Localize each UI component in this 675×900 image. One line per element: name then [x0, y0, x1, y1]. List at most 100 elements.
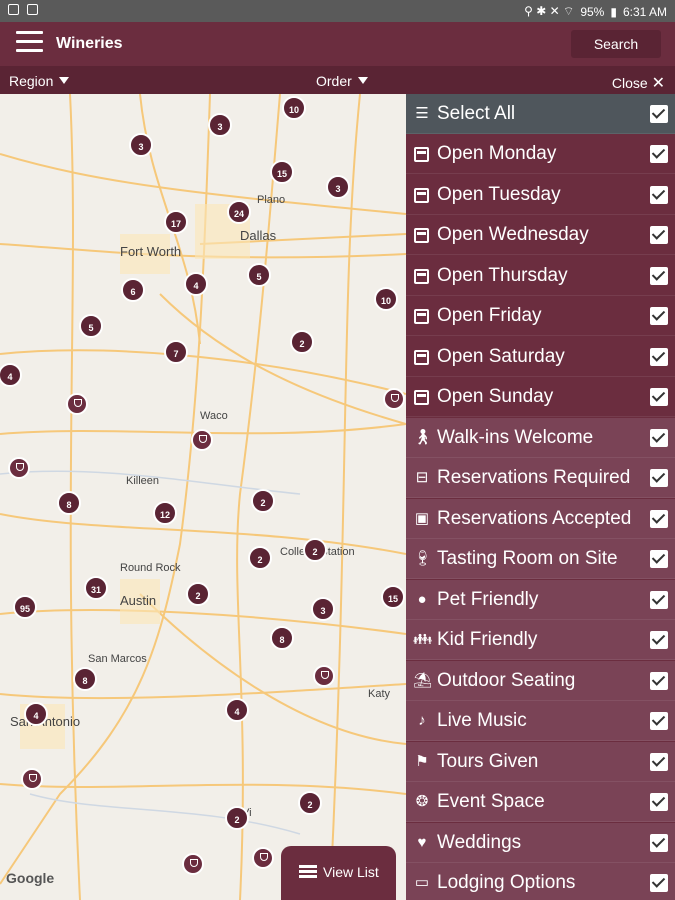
- filter-row-pet-friendly[interactable]: ● Pet Friendly: [406, 580, 675, 620]
- checkbox[interactable]: [650, 307, 668, 325]
- cluster-marker[interactable]: 3: [208, 113, 232, 137]
- filter-row-open-saturday[interactable]: Open Saturday: [406, 337, 675, 377]
- filter-row-open-sunday[interactable]: Open Sunday: [406, 377, 675, 417]
- filter-label: Open Sunday: [437, 386, 554, 407]
- cluster-marker[interactable]: 10: [374, 287, 398, 311]
- winery-pin-icon[interactable]: [182, 853, 204, 875]
- calendar-icon: [414, 188, 429, 203]
- cluster-marker[interactable]: 4: [225, 698, 249, 722]
- cluster-marker[interactable]: 2: [248, 546, 272, 570]
- cluster-marker[interactable]: 6: [121, 278, 145, 302]
- filter-label: Reservations Accepted: [437, 508, 632, 529]
- checkbox[interactable]: [650, 105, 668, 123]
- filter-row-open-wednesday[interactable]: Open Wednesday: [406, 215, 675, 255]
- map-label: Dallas: [240, 228, 277, 243]
- cluster-marker[interactable]: 2: [298, 791, 322, 815]
- winery-pin-icon[interactable]: [8, 457, 30, 479]
- cluster-marker[interactable]: 3: [326, 175, 350, 199]
- winery-pin-icon[interactable]: [313, 665, 335, 687]
- region-dropdown[interactable]: Region: [9, 73, 70, 89]
- search-button[interactable]: Search: [571, 30, 661, 58]
- checkbox[interactable]: [650, 672, 668, 690]
- winery-pin-icon[interactable]: [383, 388, 405, 410]
- checkbox[interactable]: [650, 591, 668, 609]
- cluster-marker[interactable]: 3: [311, 597, 335, 621]
- cluster-marker[interactable]: 24: [227, 200, 251, 224]
- filter-row-reservations-required[interactable]: ⊟ Reservations Required: [406, 458, 675, 498]
- checkbox[interactable]: [650, 874, 668, 892]
- checkbox[interactable]: [650, 226, 668, 244]
- cluster-marker[interactable]: 3: [129, 133, 153, 157]
- filter-label: Tours Given: [437, 751, 539, 772]
- map-label: Katy: [368, 688, 391, 700]
- view-list-button[interactable]: View List: [281, 846, 396, 900]
- cluster-marker[interactable]: 15: [381, 585, 405, 609]
- cluster-marker[interactable]: 8: [57, 491, 81, 515]
- checkbox[interactable]: [650, 834, 668, 852]
- cluster-marker[interactable]: 15: [270, 160, 294, 184]
- filter-row-open-tuesday[interactable]: Open Tuesday: [406, 175, 675, 215]
- filter-row-walk-ins[interactable]: 🚶︎ Walk-ins Welcome: [406, 418, 675, 458]
- select-all-row[interactable]: ☰ Select All: [406, 94, 675, 134]
- filter-row-open-monday[interactable]: Open Monday: [406, 134, 675, 174]
- filter-label: Open Tuesday: [437, 184, 561, 205]
- checkbox[interactable]: [650, 267, 668, 285]
- filter-label: Tasting Room on Site: [437, 548, 618, 569]
- winery-pin-icon[interactable]: [191, 429, 213, 451]
- cluster-marker[interactable]: 2: [303, 538, 327, 562]
- checkbox[interactable]: [650, 631, 668, 649]
- winery-pin-icon[interactable]: [66, 393, 88, 415]
- cluster-marker[interactable]: 2: [225, 806, 249, 830]
- cluster-marker[interactable]: 8: [270, 626, 294, 650]
- checkbox[interactable]: [650, 388, 668, 406]
- filter-row-kid-friendly[interactable]: 👪︎ Kid Friendly: [406, 620, 675, 660]
- cluster-marker[interactable]: 5: [247, 263, 271, 287]
- checkbox[interactable]: [650, 550, 668, 568]
- close-button[interactable]: Close ✕: [612, 73, 665, 93]
- filter-label: Lodging Options: [437, 872, 576, 893]
- cluster-marker[interactable]: 7: [164, 340, 188, 364]
- cluster-marker[interactable]: 12: [153, 501, 177, 525]
- cluster-marker[interactable]: 2: [290, 330, 314, 354]
- checkbox[interactable]: [650, 469, 668, 487]
- filter-bar: Region Order Close ✕: [0, 66, 675, 94]
- filter-label: Open Monday: [437, 143, 557, 164]
- filter-row-live-music[interactable]: ♪ Live Music: [406, 701, 675, 741]
- checkbox[interactable]: [650, 429, 668, 447]
- winery-pin-icon[interactable]: [252, 847, 274, 869]
- filter-row-weddings[interactable]: ♥ Weddings: [406, 823, 675, 863]
- cluster-marker[interactable]: 95: [13, 595, 37, 619]
- calendar-icon: [414, 269, 429, 284]
- filter-row-event-space[interactable]: ❂ Event Space: [406, 782, 675, 822]
- filter-row-tours-given[interactable]: ⚑ Tours Given: [406, 742, 675, 782]
- cluster-marker[interactable]: 4: [184, 272, 208, 296]
- disco-ball-icon: ❂: [415, 793, 429, 810]
- page-title: Wineries: [56, 35, 123, 52]
- filter-row-reservations-accepted[interactable]: ▣ Reservations Accepted: [406, 499, 675, 539]
- cluster-marker[interactable]: 5: [79, 314, 103, 338]
- checkbox[interactable]: [650, 186, 668, 204]
- cluster-marker[interactable]: 17: [164, 210, 188, 234]
- filter-row-open-friday[interactable]: Open Friday: [406, 296, 675, 336]
- winery-pin-icon[interactable]: [21, 768, 43, 790]
- checkbox[interactable]: [650, 348, 668, 366]
- cluster-marker[interactable]: 10: [282, 96, 306, 120]
- checkbox[interactable]: [650, 712, 668, 730]
- order-dropdown[interactable]: Order: [316, 73, 368, 89]
- cluster-marker[interactable]: 31: [84, 576, 108, 600]
- filter-row-open-thursday[interactable]: Open Thursday: [406, 256, 675, 296]
- cluster-marker[interactable]: 4: [24, 702, 48, 726]
- checkbox[interactable]: [650, 510, 668, 528]
- filter-row-lodging-options[interactable]: ▭ Lodging Options: [406, 863, 675, 900]
- filter-label: Open Friday: [437, 305, 542, 326]
- cluster-marker[interactable]: 2: [186, 582, 210, 606]
- filter-row-outdoor-seating[interactable]: ⛱︎ Outdoor Seating: [406, 661, 675, 701]
- cluster-marker[interactable]: 2: [251, 489, 275, 513]
- filter-row-tasting-room[interactable]: 🍷︎ Tasting Room on Site: [406, 539, 675, 579]
- menu-icon[interactable]: [16, 31, 43, 55]
- checkbox[interactable]: [650, 793, 668, 811]
- cluster-marker[interactable]: 8: [73, 667, 97, 691]
- checkbox[interactable]: [650, 753, 668, 771]
- map[interactable]: Fort Worth Dallas Plano Waco Killeen Rou…: [0, 94, 406, 900]
- checkbox[interactable]: [650, 145, 668, 163]
